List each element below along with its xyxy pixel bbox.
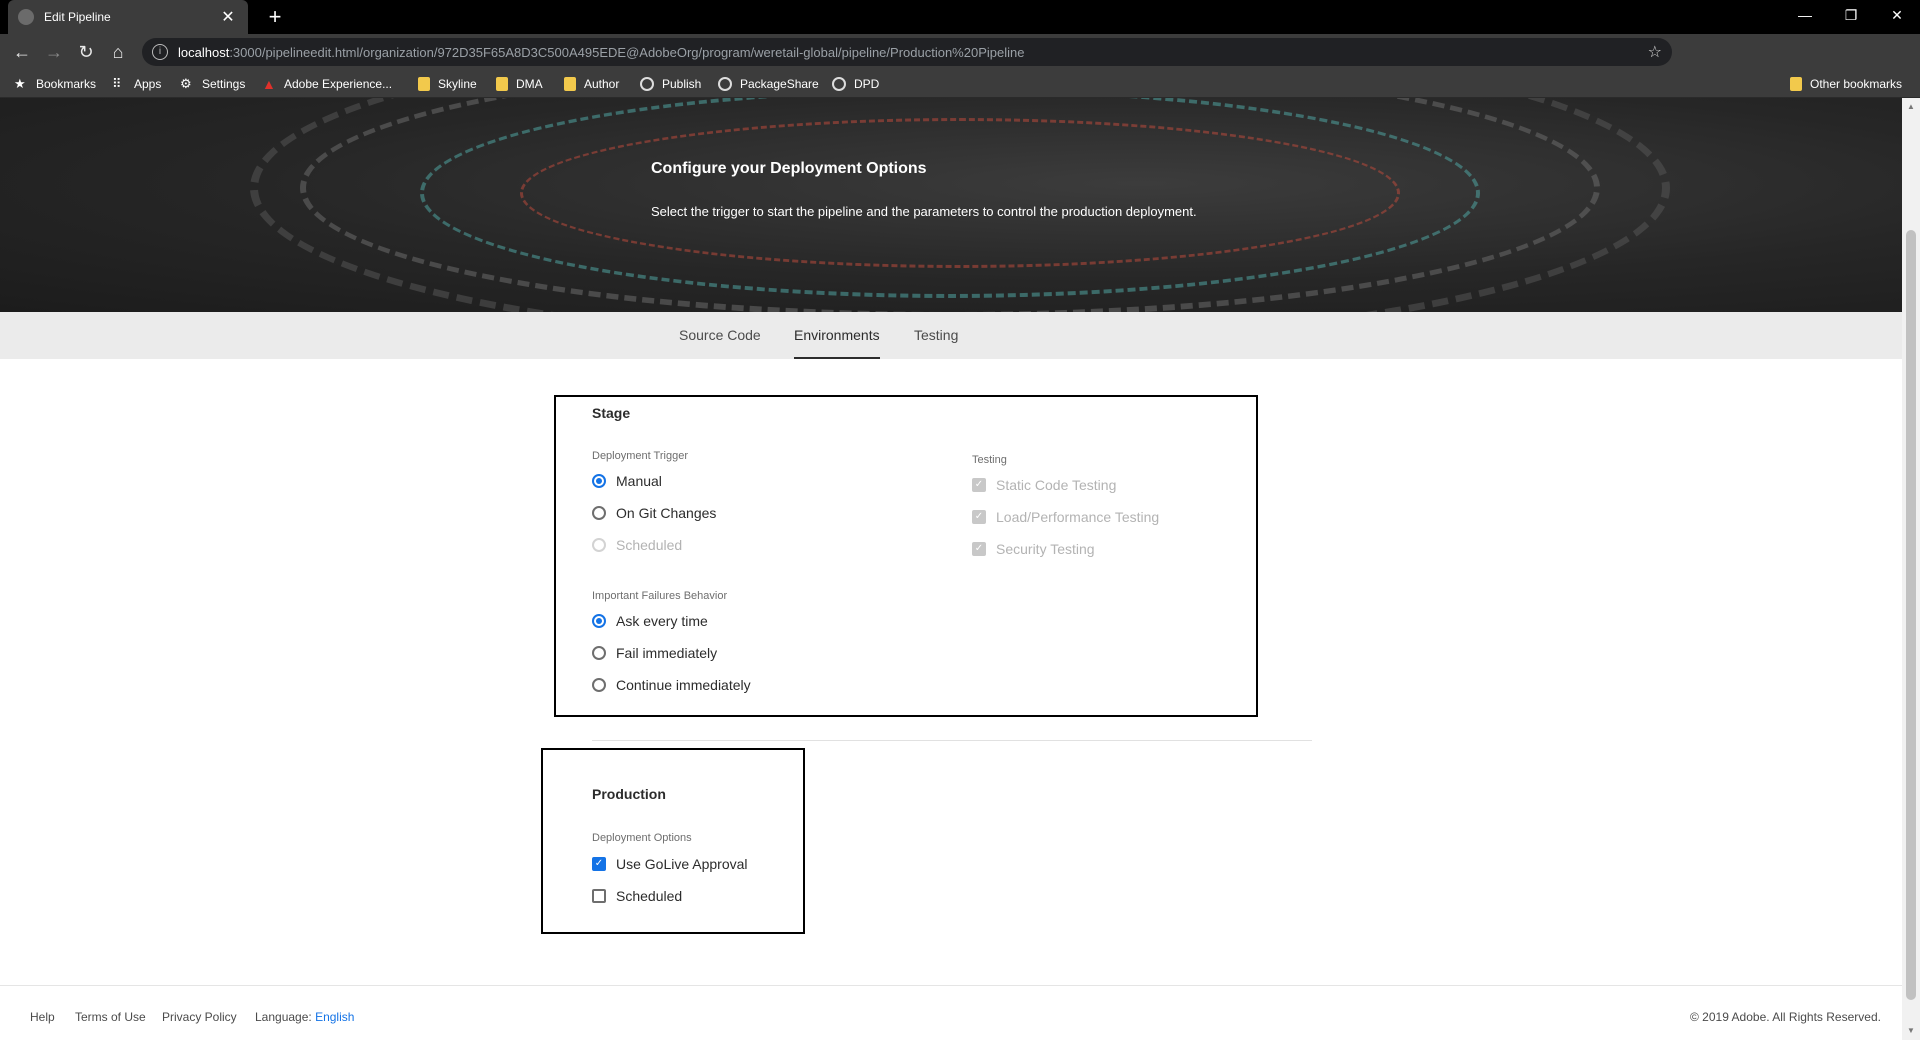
security-testing-checkbox: ✓ Security Testing [972, 540, 1095, 558]
radio-disabled-icon [592, 538, 606, 552]
radio-selected-icon [592, 614, 606, 628]
close-window-icon[interactable]: ✕ [1874, 0, 1920, 30]
config-tabs: Source Code Environments Testing [0, 312, 1902, 359]
trigger-git-changes-radio[interactable]: On Git Changes [592, 504, 716, 522]
browser-tabstrip: Edit Pipeline ✕ + — ❐ ✕ [0, 0, 1920, 34]
folder-icon [496, 77, 508, 91]
radio-empty-icon [592, 506, 606, 520]
radio-empty-icon [592, 678, 606, 692]
page-favicon-icon [18, 9, 34, 25]
bookmark-dpd[interactable]: DPD [832, 75, 879, 93]
radio-selected-icon [592, 474, 606, 488]
footer-privacy-link[interactable]: Privacy Policy [162, 1010, 237, 1024]
bookmark-bookmarks[interactable]: ★ Bookmarks [14, 75, 96, 93]
deployment-trigger-label: Deployment Trigger [592, 450, 688, 462]
scroll-down-icon[interactable]: ▼ [1907, 1026, 1915, 1035]
bookmark-settings[interactable]: ⚙ Settings [180, 75, 245, 93]
production-heading: Production [592, 786, 666, 802]
scrollbar-thumb[interactable] [1906, 230, 1916, 1000]
address-bar[interactable]: i localhost:3000/pipelineedit.html/organ… [142, 38, 1672, 66]
hero-banner: Configure your Deployment Options Select… [0, 98, 1902, 312]
footer-language: Language: English [255, 1010, 355, 1024]
folder-icon [418, 77, 430, 91]
restore-icon[interactable]: ❐ [1828, 0, 1874, 30]
testing-label: Testing [972, 454, 1007, 466]
deployment-options-label: Deployment Options [592, 832, 692, 844]
apps-grid-icon: ⠿ [112, 76, 122, 91]
home-icon[interactable]: ⌂ [106, 40, 130, 64]
tab-testing[interactable]: Testing [914, 312, 958, 359]
tab-source-code[interactable]: Source Code [679, 312, 761, 359]
browser-toolbar: ← → ↻ ⌂ i localhost:3000/pipelineedit.ht… [0, 34, 1920, 96]
checkbox-empty-icon [592, 889, 606, 903]
stage-heading: Stage [592, 405, 631, 421]
forward-icon[interactable]: → [42, 40, 66, 64]
bookmark-packageshare[interactable]: PackageShare [718, 75, 819, 93]
bookmark-skyline[interactable]: Skyline [418, 75, 477, 93]
star-icon: ★ [14, 76, 26, 91]
bookmark-other[interactable]: Other bookmarks [1790, 75, 1902, 93]
checkbox-checked-icon: ✓ [972, 478, 986, 492]
bookmark-publish[interactable]: Publish [640, 75, 701, 93]
minimize-icon[interactable]: — [1782, 0, 1828, 30]
production-scheduled-checkbox[interactable]: Scheduled [592, 887, 682, 905]
bookmarks-bar: ★ Bookmarks ⠿ Apps ⚙ Settings ▲ Adobe Experi… [0, 70, 1920, 98]
failure-fail-radio[interactable]: Fail immediately [592, 644, 717, 662]
footer-terms-link[interactable]: Terms of Use [75, 1010, 146, 1024]
scroll-up-icon[interactable]: ▲ [1907, 102, 1915, 111]
folder-icon [564, 77, 576, 91]
page-content: Configure your Deployment Options Select… [0, 98, 1902, 1040]
globe-icon [718, 77, 732, 91]
adobe-icon: ▲ [262, 76, 276, 92]
failures-behavior-label: Important Failures Behavior [592, 590, 728, 602]
footer-help-link[interactable]: Help [30, 1010, 55, 1024]
stage-section: Stage Deployment Trigger Manual On Git C… [554, 395, 1258, 717]
bookmark-dma[interactable]: DMA [496, 75, 543, 93]
production-section: Production Deployment Options ✓ Use GoLiv… [541, 748, 805, 934]
bookmark-adobe-experience[interactable]: ▲ Adobe Experience... [262, 75, 392, 93]
reload-icon[interactable]: ↻ [74, 40, 98, 64]
golive-approval-checkbox[interactable]: ✓ Use GoLive Approval [592, 855, 748, 873]
close-tab-icon[interactable]: ✕ [218, 7, 238, 27]
globe-icon [640, 77, 654, 91]
bookmark-author[interactable]: Author [564, 75, 619, 93]
gear-icon: ⚙ [180, 76, 192, 91]
radio-empty-icon [592, 646, 606, 660]
load-performance-testing-checkbox: ✓ Load/Performance Testing [972, 508, 1159, 526]
bookmark-star-icon[interactable]: ☆ [1648, 42, 1662, 62]
back-icon[interactable]: ← [10, 40, 34, 64]
hero-title: Configure your Deployment Options [651, 160, 927, 177]
language-selector[interactable]: English [315, 1010, 354, 1024]
footer-copyright: © 2019 Adobe. All Rights Reserved. [1690, 1010, 1881, 1024]
site-info-icon[interactable]: i [152, 44, 168, 60]
tab-environments[interactable]: Environments [794, 312, 880, 359]
page-footer: Help Terms of Use Privacy Policy Languag… [0, 985, 1902, 1040]
failure-ask-radio[interactable]: Ask every time [592, 612, 708, 630]
new-tab-button[interactable]: + [262, 4, 288, 30]
hero-subtitle: Select the trigger to start the pipeline… [651, 204, 1197, 219]
checkbox-checked-icon: ✓ [972, 510, 986, 524]
section-divider [592, 740, 1312, 741]
page-scrollbar[interactable]: ▲ ▼ [1902, 98, 1920, 1040]
globe-icon [832, 77, 846, 91]
static-code-testing-checkbox: ✓ Static Code Testing [972, 476, 1116, 494]
tab-title: Edit Pipeline [44, 10, 111, 24]
bookmark-apps[interactable]: ⠿ Apps [112, 75, 161, 93]
checkbox-checked-icon: ✓ [972, 542, 986, 556]
folder-icon [1790, 77, 1802, 91]
trigger-scheduled-radio: Scheduled [592, 536, 682, 554]
failure-continue-radio[interactable]: Continue immediately [592, 676, 751, 694]
trigger-manual-radio[interactable]: Manual [592, 472, 662, 490]
url-text: localhost:3000/pipelineedit.html/organiz… [178, 44, 1025, 60]
browser-tab[interactable]: Edit Pipeline ✕ [8, 0, 248, 34]
checkbox-checked-icon: ✓ [592, 857, 606, 871]
